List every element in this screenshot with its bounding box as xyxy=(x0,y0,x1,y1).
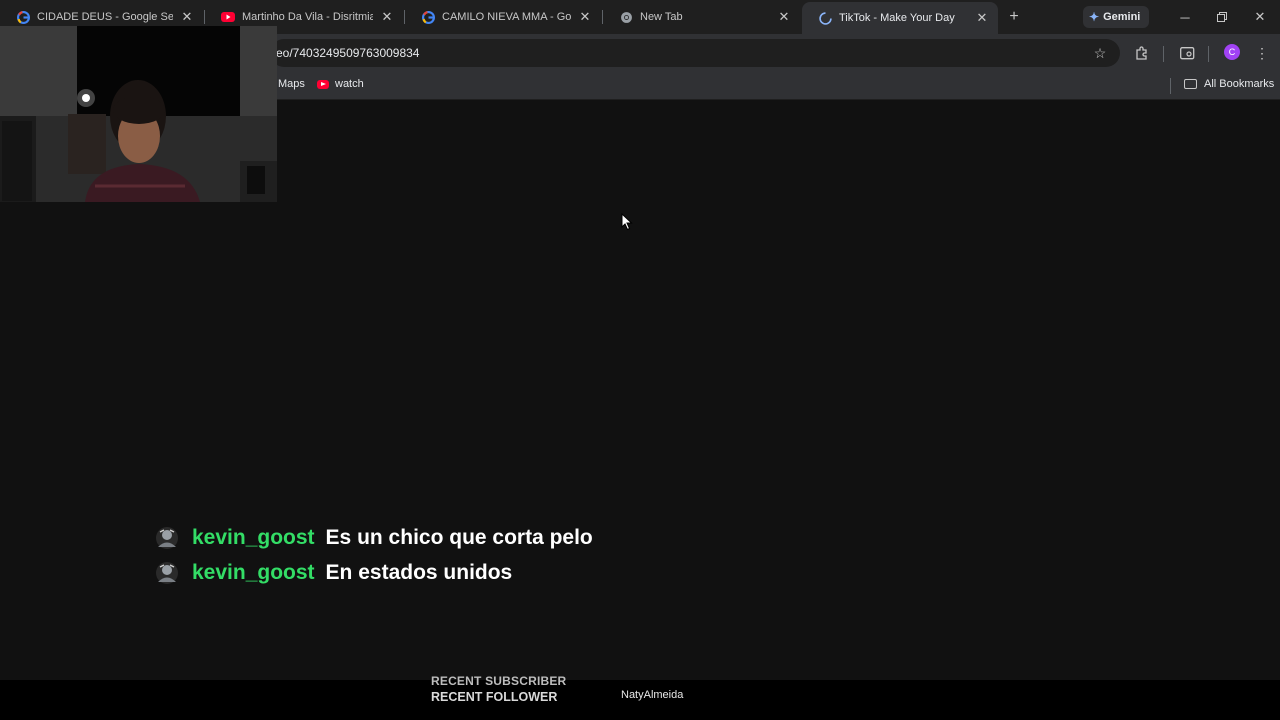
google-icon xyxy=(421,10,435,24)
webcam-feed-image xyxy=(0,26,277,202)
bookmarks-divider xyxy=(1170,78,1171,94)
minimize-icon[interactable]: ─ xyxy=(1174,6,1196,28)
chat-text: En estados unidos xyxy=(325,560,513,584)
all-bookmarks-button[interactable]: All Bookmarks xyxy=(1184,78,1274,90)
gemini-button[interactable]: ✦ Gemini xyxy=(1083,6,1149,28)
recent-follower-label: RECENT FOLLOWER xyxy=(431,690,558,704)
toolbar-divider xyxy=(1163,46,1164,62)
close-icon[interactable]: ✕ xyxy=(379,9,395,25)
recent-follower-name: NatyAlmeida xyxy=(621,689,684,701)
gemini-icon: ✦ xyxy=(1089,10,1100,24)
tab-title: Martinho Da Vila - Disritmia (Á xyxy=(242,11,373,23)
loading-icon xyxy=(818,11,832,25)
chat-user-avatar-icon xyxy=(155,561,179,585)
chat-username: kevin_goost xyxy=(192,560,315,584)
close-icon[interactable]: ✕ xyxy=(577,9,593,25)
tab-title: CAMILO NIEVA MMA - Google xyxy=(442,11,571,23)
toolbar-divider xyxy=(1208,46,1209,62)
screen: CIDADE DEUS - Google Search ✕ Martinho D… xyxy=(0,0,1280,720)
youtube-icon xyxy=(221,10,235,24)
stream-alert-bar: RECENT SUBSCRIBER RECENT FOLLOWER NatyAl… xyxy=(0,674,1280,720)
close-window-icon[interactable]: ✕ xyxy=(1249,6,1271,28)
close-icon[interactable]: ✕ xyxy=(776,9,792,25)
url-text: eo/7403249509763009834 xyxy=(276,46,420,60)
mouse-cursor-icon xyxy=(621,212,633,231)
extensions-icon[interactable] xyxy=(1131,42,1153,64)
new-tab-icon[interactable]: + xyxy=(1004,7,1024,27)
tab-title: TikTok - Make Your Day xyxy=(839,12,955,24)
google-icon xyxy=(16,10,30,24)
chat-text: Es un chico que corta pelo xyxy=(325,525,593,549)
restore-icon[interactable] xyxy=(1211,6,1233,28)
chrome-icon xyxy=(619,10,633,24)
tab-title: New Tab xyxy=(640,11,683,23)
tab-camilo[interactable]: CAMILO NIEVA MMA - Google ✕ xyxy=(405,4,601,30)
chat-overlay: kevin_goost Es un chico que corta pelo k… xyxy=(155,520,593,590)
close-icon[interactable]: ✕ xyxy=(179,9,195,25)
bookmark-star-icon[interactable]: ☆ xyxy=(1089,42,1111,64)
bookmark-label: Maps xyxy=(278,78,305,90)
gemini-label: Gemini xyxy=(1103,11,1141,23)
folder-icon xyxy=(1184,79,1197,89)
chat-message: kevin_goost Es un chico que corta pelo xyxy=(155,520,593,555)
chat-user-avatar-icon xyxy=(155,526,179,550)
tab-title: CIDADE DEUS - Google Search xyxy=(37,11,173,23)
bookmark-maps[interactable]: Maps xyxy=(278,78,305,90)
close-icon[interactable]: ✕ xyxy=(974,10,990,26)
menu-icon[interactable]: ⋮ xyxy=(1251,42,1273,64)
address-bar[interactable]: eo/7403249509763009834 xyxy=(270,39,1120,67)
tab-tiktok[interactable]: TikTok - Make Your Day ✕ xyxy=(802,2,998,34)
all-bookmarks-label: All Bookmarks xyxy=(1204,78,1275,90)
tab-new-tab[interactable]: New Tab ✕ xyxy=(603,4,800,30)
recent-subscriber-label: RECENT SUBSCRIBER xyxy=(431,674,567,688)
youtube-icon xyxy=(317,79,329,89)
bookmark-watch[interactable]: watch xyxy=(317,78,364,90)
chat-message: kevin_goost En estados unidos xyxy=(155,555,593,590)
chat-username: kevin_goost xyxy=(192,525,315,549)
webcam-overlay xyxy=(0,26,277,202)
bookmark-label: watch xyxy=(335,78,364,90)
tab-search-icon[interactable] xyxy=(1176,42,1198,64)
profile-avatar[interactable]: C xyxy=(1224,44,1240,60)
